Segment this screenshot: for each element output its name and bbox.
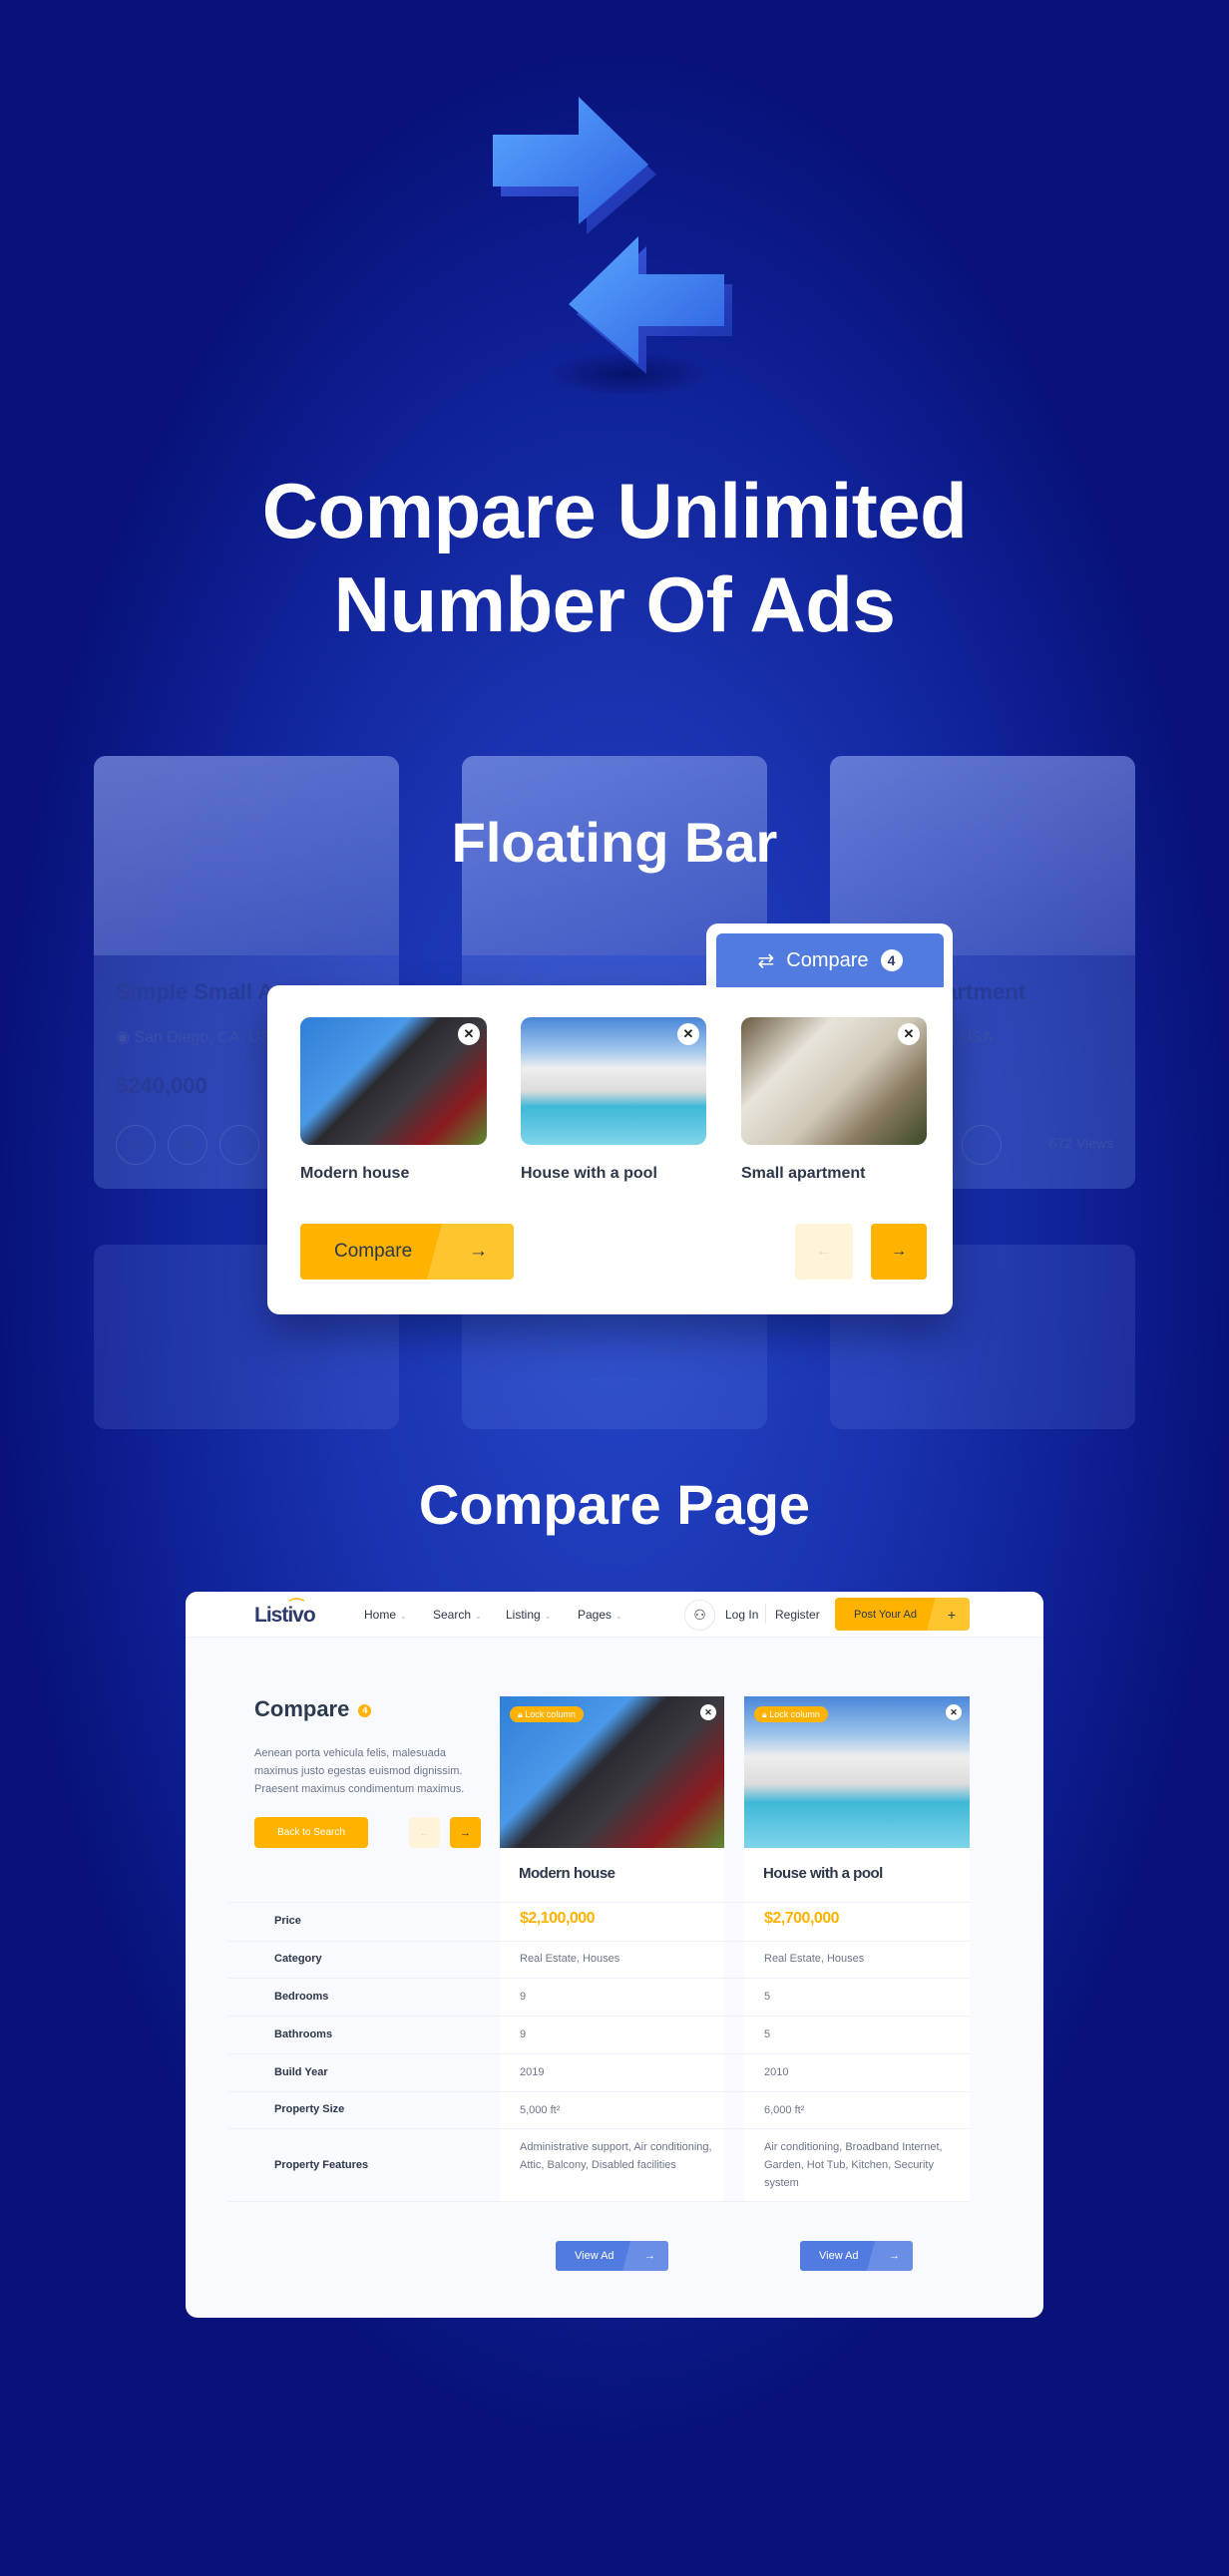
column-title[interactable]: Modern house: [500, 1848, 724, 1882]
floating-bar-title: Floating Bar: [451, 811, 778, 874]
row-label-build-year: Build Year: [274, 2066, 328, 2078]
table-row: [227, 2016, 970, 2053]
build-year-value: 2019: [520, 2066, 545, 2078]
compare-description: Aenean porta vehicula felis, malesuada m…: [254, 1747, 465, 1795]
heart-icon: ♡: [219, 1125, 259, 1165]
compare-icon: ⇄: [168, 1125, 207, 1165]
lock-column-button[interactable]: 🔒︎ Lock column: [510, 1706, 584, 1722]
compare-item-title[interactable]: Small apartment: [741, 1165, 865, 1183]
lock-column-button[interactable]: 🔒︎ Lock column: [754, 1706, 828, 1722]
nav-home[interactable]: Home ⌄: [364, 1608, 407, 1622]
row-label-size: Property Size: [274, 2103, 345, 2115]
arrow-right-icon: →: [891, 1243, 907, 1260]
remove-column-close-icon[interactable]: ✕: [946, 1704, 962, 1720]
location-pin-icon: ◉: [116, 1029, 135, 1046]
remove-column-close-icon[interactable]: ✕: [700, 1704, 716, 1720]
listing-views: 672 Views: [1048, 1135, 1113, 1151]
compare-item-title[interactable]: House with a pool: [521, 1165, 657, 1183]
plus-icon: +: [947, 1606, 956, 1623]
row-label-features: Property Features: [274, 2159, 369, 2171]
row-label-price: Price: [274, 1915, 301, 1927]
login-link[interactable]: Log In: [725, 1608, 758, 1622]
divider: [765, 1604, 766, 1624]
compare-tab-label: Compare: [786, 948, 869, 971]
chevron-down-icon: ⌄: [615, 1612, 622, 1621]
arrow-right-icon: →: [469, 1241, 488, 1262]
nav-pages[interactable]: Pages ⌄: [578, 1608, 622, 1622]
size-value: 6,000 ft²: [764, 2104, 805, 2116]
hero-title-line1: Compare Unlimited: [261, 467, 968, 554]
view-ad-button[interactable]: View Ad →: [800, 2241, 913, 2271]
table-row: [227, 2053, 970, 2091]
arrow-right-icon: →: [644, 2250, 655, 2262]
listing-image[interactable]: 🔒︎ Lock column ✕: [744, 1696, 970, 1848]
category-value: Real Estate, Houses: [764, 1953, 865, 1965]
compare-count-badge: 4: [358, 1703, 372, 1717]
compare-arrows-icon: [493, 97, 732, 396]
features-value: Administrative support, Air conditioning…: [520, 2141, 712, 2171]
bedrooms-value: 5: [764, 1991, 771, 2003]
view-ad-button[interactable]: View Ad →: [556, 2241, 668, 2271]
remove-item-close-icon[interactable]: ✕: [677, 1023, 699, 1045]
price-value: $2,100,000: [520, 1910, 596, 1927]
compare-icon: ⇄: [757, 949, 775, 972]
chevron-down-icon: ⌄: [475, 1612, 482, 1621]
row-label-bathrooms: Bathrooms: [274, 2028, 333, 2040]
arrow-left-icon: ←: [816, 1243, 832, 1260]
compare-item-title[interactable]: Modern house: [300, 1165, 409, 1183]
compare-heading: Compare 4: [254, 1696, 372, 1722]
nav-listing[interactable]: Listing ⌄: [506, 1608, 551, 1622]
size-value: 5,000 ft²: [520, 2104, 561, 2116]
compare-tab[interactable]: ⇄ Compare 4: [716, 933, 944, 987]
listing-image[interactable]: 🔒︎ Lock column ✕: [500, 1696, 724, 1848]
back-to-search-button[interactable]: Back to Search: [254, 1817, 368, 1848]
price-value: $2,700,000: [764, 1910, 840, 1927]
compare-button-label: Compare: [334, 1241, 413, 1262]
user-icon[interactable]: ⚇: [684, 1600, 715, 1631]
table-row: [227, 1902, 970, 1941]
next-button[interactable]: →: [450, 1817, 481, 1848]
compare-page-title: Compare Page: [418, 1473, 811, 1536]
hero-title: Compare Unlimited Number Of Ads: [0, 464, 1229, 651]
site-header: Listivo ⁀ Home ⌄ Search ⌄ Listing ⌄ Pages ⌄ ⚇…: [186, 1592, 1043, 1638]
next-button[interactable]: →: [871, 1224, 927, 1280]
row-label-category: Category: [274, 1953, 322, 1965]
compare-button[interactable]: Compare →: [300, 1224, 514, 1280]
listing-location: ◉ San Diego, CA, USA: [116, 1027, 281, 1047]
remove-item-close-icon[interactable]: ✕: [898, 1023, 920, 1045]
heart-icon: ♡: [962, 1125, 1002, 1165]
features-value: Air conditioning, Broadband Internet, Ga…: [764, 2141, 943, 2189]
build-year-value: 2010: [764, 2066, 789, 2078]
logo[interactable]: Listivo ⁀: [254, 1600, 316, 1628]
bathrooms-value: 9: [520, 2028, 527, 2040]
location-text: San Diego, CA, USA: [134, 1029, 282, 1046]
view-icon: ◎: [116, 1125, 156, 1165]
bathrooms-value: 5: [764, 2028, 771, 2040]
category-value: Real Estate, Houses: [520, 1953, 620, 1965]
chevron-down-icon: ⌄: [400, 1612, 407, 1621]
chevron-down-icon: ⌄: [544, 1612, 552, 1621]
hero-title-line2: Number Of Ads: [333, 560, 896, 648]
remove-item-close-icon[interactable]: ✕: [458, 1023, 480, 1045]
row-label-bedrooms: Bedrooms: [274, 1991, 329, 2003]
arrow-left-icon: ←: [419, 1826, 430, 1839]
compare-count-badge: 4: [880, 949, 903, 971]
post-ad-label: Post Your Ad: [854, 1608, 917, 1621]
prev-button[interactable]: ←: [795, 1224, 853, 1280]
arrow-right-icon: →: [460, 1826, 471, 1839]
arrow-right-icon: →: [889, 2250, 900, 2262]
register-link[interactable]: Register: [775, 1608, 820, 1622]
post-ad-button[interactable]: Post Your Ad +: [835, 1598, 970, 1631]
listing-price: $240,000: [116, 1073, 207, 1098]
bedrooms-value: 9: [520, 1991, 527, 2003]
table-row: [227, 1978, 970, 2016]
column-title[interactable]: House with a pool: [744, 1848, 970, 1882]
nav-search[interactable]: Search ⌄: [433, 1608, 482, 1622]
prev-button[interactable]: ←: [409, 1817, 440, 1848]
